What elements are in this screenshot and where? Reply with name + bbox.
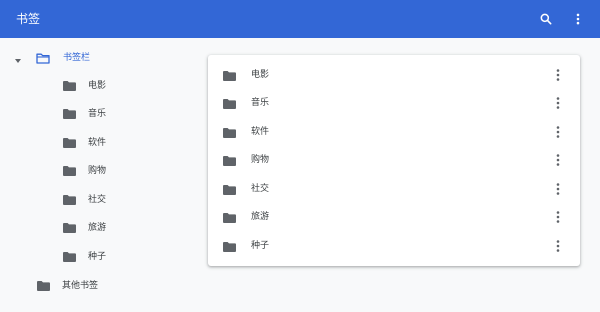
more-vert-icon (556, 183, 560, 195)
sidebar-item-label: 其他书签 (62, 281, 99, 291)
bookmark-list-card: 电影 音乐 软件 购物 社交 旅游 种子 (208, 55, 580, 266)
sidebar-item-torrents[interactable]: 种子 (63, 247, 106, 267)
list-item[interactable]: 软件 (208, 118, 580, 146)
folder-icon (223, 185, 236, 195)
search-icon (540, 13, 552, 25)
sidebar-item-label: 社交 (88, 195, 107, 205)
item-menu-button[interactable] (550, 67, 566, 83)
list-item-label: 社交 (251, 184, 270, 194)
sidebar-item-other-bookmarks[interactable]: 其他书签 (37, 276, 98, 296)
item-menu-button[interactable] (550, 152, 566, 168)
list-item-label: 种子 (251, 241, 270, 251)
list-item-label: 旅游 (251, 212, 270, 222)
folder-icon (63, 195, 76, 205)
list-item[interactable]: 旅游 (208, 203, 580, 231)
folder-icon (63, 223, 76, 233)
list-item-label: 电影 (251, 70, 270, 80)
list-item-label: 软件 (251, 127, 270, 137)
sidebar-item-label: 购物 (88, 166, 107, 176)
sidebar-item-label: 软件 (88, 138, 107, 148)
sidebar-item-travel[interactable]: 旅游 (63, 218, 106, 238)
folder-icon (63, 166, 76, 176)
sidebar-item-shopping[interactable]: 购物 (63, 161, 106, 181)
sidebar-item-label: 电影 (88, 81, 107, 91)
folder-icon (223, 99, 236, 109)
folder-icon (63, 252, 76, 262)
sidebar-item-label: 书签栏 (63, 53, 91, 63)
sidebar-item-label: 旅游 (88, 223, 107, 233)
folder-icon (223, 213, 236, 223)
sidebar-item-label: 种子 (88, 252, 107, 262)
sidebar-item-bookmarks-bar[interactable]: 书签栏 (36, 48, 90, 68)
search-button[interactable] (536, 9, 556, 29)
top-app-bar: 书签 (0, 0, 600, 38)
list-item[interactable]: 电影 (208, 61, 580, 89)
more-vert-icon (556, 69, 560, 81)
folder-icon (223, 156, 236, 166)
list-item[interactable]: 种子 (208, 232, 580, 260)
folder-icon (223, 242, 236, 252)
folder-open-outline-icon (36, 53, 50, 64)
sidebar-item-social[interactable]: 社交 (63, 190, 106, 210)
item-menu-button[interactable] (550, 209, 566, 225)
sidebar-item-label: 音乐 (88, 109, 107, 119)
item-menu-button[interactable] (550, 95, 566, 111)
item-menu-button[interactable] (550, 124, 566, 140)
sidebar-item-music[interactable]: 音乐 (63, 104, 106, 124)
more-vert-icon (556, 211, 560, 223)
more-options-button[interactable] (568, 9, 588, 29)
folder-icon (63, 109, 76, 119)
list-item[interactable]: 社交 (208, 175, 580, 203)
more-vert-icon (556, 126, 560, 138)
folder-icon (63, 81, 76, 91)
folder-icon (63, 138, 76, 148)
more-vert-icon (576, 13, 580, 25)
list-item[interactable]: 购物 (208, 146, 580, 174)
more-vert-icon (556, 97, 560, 109)
sidebar-item-software[interactable]: 软件 (63, 133, 106, 153)
folder-icon (37, 281, 50, 291)
more-vert-icon (556, 154, 560, 166)
more-vert-icon (556, 240, 560, 252)
list-item[interactable]: 音乐 (208, 89, 580, 117)
expand-arrow-icon[interactable] (14, 57, 22, 65)
page-title: 书签 (16, 12, 41, 26)
list-item-label: 音乐 (251, 98, 270, 108)
item-menu-button[interactable] (550, 181, 566, 197)
item-menu-button[interactable] (550, 238, 566, 254)
folder-icon (223, 71, 236, 81)
list-item-label: 购物 (251, 155, 270, 165)
sidebar-item-movies[interactable]: 电影 (63, 76, 106, 96)
folder-icon (223, 128, 236, 138)
